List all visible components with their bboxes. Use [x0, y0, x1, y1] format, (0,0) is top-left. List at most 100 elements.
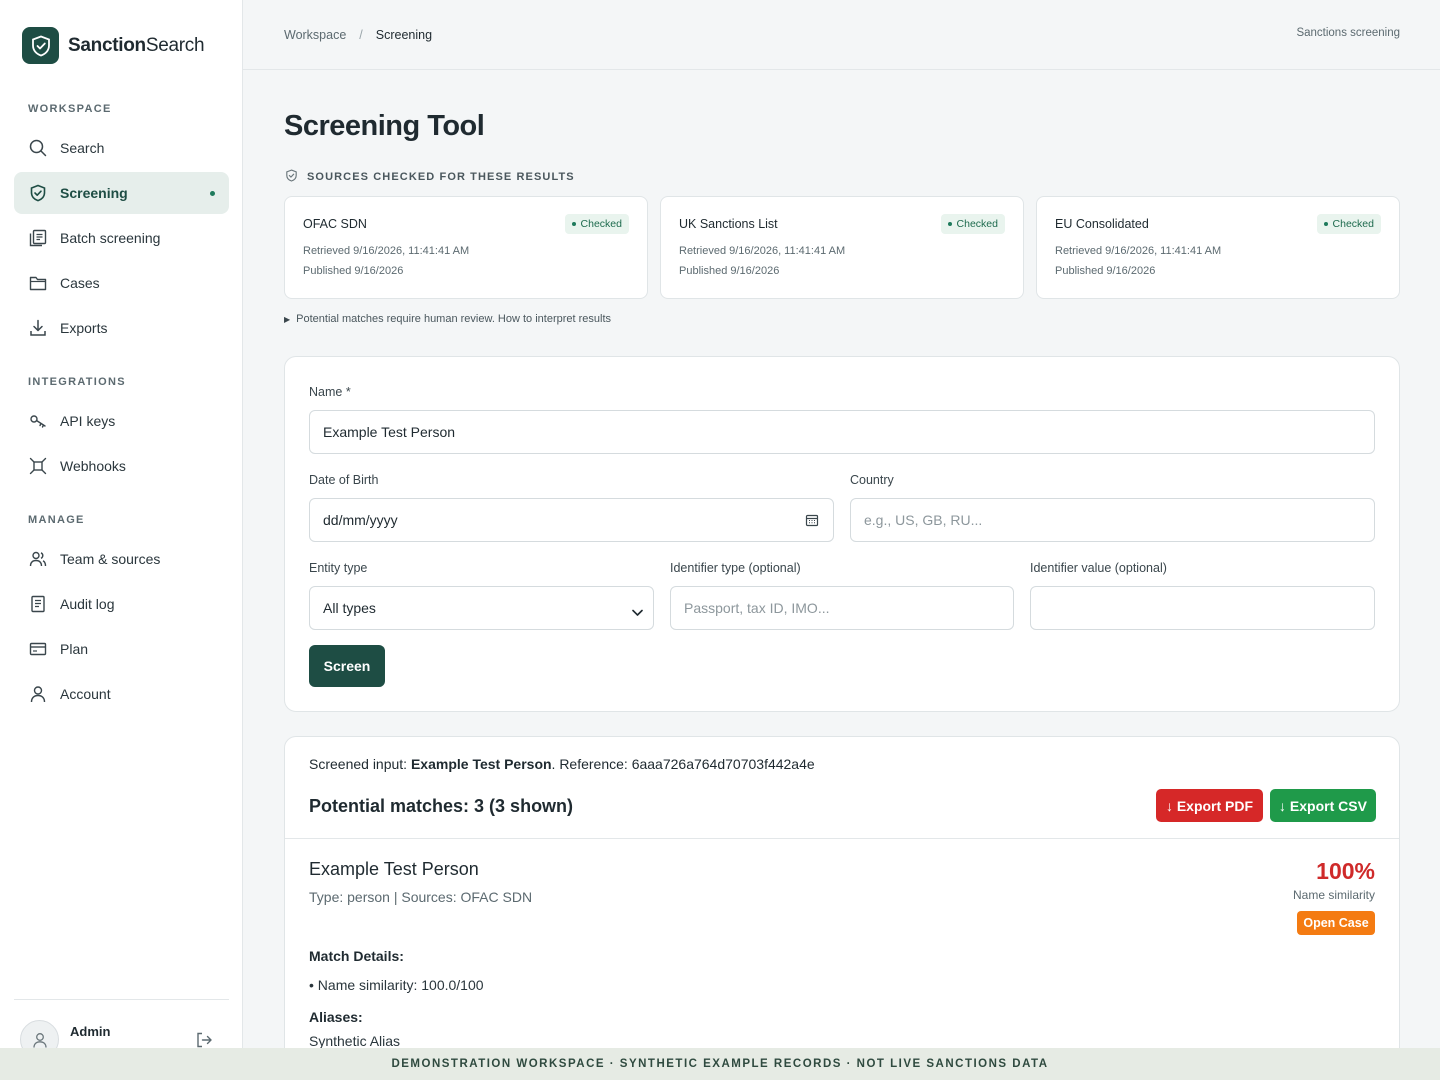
country-field[interactable]	[850, 498, 1375, 542]
shield-logo-icon	[22, 27, 59, 64]
source-retrieved: Retrieved 9/16/2026, 11:41:41 AM	[303, 245, 470, 257]
stack-icon	[29, 229, 47, 247]
match-name: Example Test Person	[309, 859, 479, 879]
open-case-button[interactable]: Open Case	[1297, 911, 1375, 935]
entity-type-select[interactable]: All types	[309, 586, 654, 630]
sidebar-item-cases[interactable]: Cases	[14, 262, 229, 304]
results-divider	[285, 838, 1399, 839]
breadcrumb-workspace[interactable]: Workspace	[284, 28, 346, 42]
source-card-eu: EU Consolidated Checked Retrieved 9/16/2…	[1036, 196, 1400, 299]
status-badge: Checked	[940, 214, 1005, 234]
brand[interactable]: SanctionSearch	[22, 27, 205, 64]
sidebar: SanctionSearch WORKSPACE Search Screenin…	[0, 0, 243, 1059]
match-details-title: Match Details:	[309, 948, 404, 964]
calendar-icon[interactable]	[805, 513, 819, 530]
triangle-right-icon: ▶	[284, 314, 291, 324]
sidebar-item-audit-log[interactable]: Audit log	[14, 583, 229, 625]
source-name: UK Sanctions List	[679, 217, 778, 231]
matches-title: Potential matches: 3 (3 shown)	[309, 796, 574, 816]
sidebar-divider	[14, 999, 229, 1000]
match-score: 100%	[1316, 858, 1375, 884]
sidebar-item-api-keys[interactable]: API keys	[14, 400, 229, 442]
sidebar-item-screening[interactable]: Screening	[14, 172, 229, 214]
aliases-title: Aliases:	[309, 1009, 363, 1025]
dob-field[interactable]: dd/mm/yyyy	[309, 498, 834, 542]
export-pdf-button[interactable]: ↓ Export PDF	[1156, 789, 1263, 822]
sidebar-item-label: Plan	[60, 641, 89, 657]
interpret-results-toggle[interactable]: ▶ Potential matches require human review…	[284, 313, 611, 325]
status-dot	[1323, 222, 1328, 226]
active-dot	[210, 190, 215, 196]
search-icon	[29, 139, 47, 157]
identifier-type-input[interactable]	[684, 600, 1013, 616]
shield-check-icon	[29, 184, 47, 202]
source-published: Published 9/16/2026	[303, 265, 404, 277]
page-title: Screening Tool	[284, 110, 485, 142]
sidebar-item-search[interactable]: Search	[14, 127, 229, 169]
identifier-type-label: Identifier type (optional)	[670, 561, 801, 575]
topbar-context-label: Sanctions screening	[1296, 27, 1400, 39]
sidebar-item-label: Webhooks	[60, 458, 126, 474]
source-card-uk: UK Sanctions List Checked Retrieved 9/16…	[660, 196, 1024, 299]
screening-form: Name * Date of Birth dd/mm/yyyy Country …	[284, 356, 1400, 712]
topbar: Workspace / Screening Sanctions screening	[243, 0, 1440, 70]
key-icon	[29, 412, 47, 430]
download-icon	[29, 319, 47, 337]
sidebar-item-label: Screening	[60, 185, 128, 201]
identifier-type-field[interactable]	[670, 586, 1014, 630]
source-published: Published 9/16/2026	[679, 265, 780, 277]
user-name: Admin	[70, 1024, 111, 1039]
sidebar-item-plan[interactable]: Plan	[14, 628, 229, 670]
sidebar-item-team-sources[interactable]: Team & sources	[14, 538, 229, 580]
source-card-ofac: OFAC SDN Checked Retrieved 9/16/2026, 11…	[284, 196, 648, 299]
source-name: OFAC SDN	[303, 217, 367, 231]
sidebar-item-label: Search	[60, 140, 105, 156]
sidebar-item-exports[interactable]: Exports	[14, 307, 229, 349]
source-retrieved: Retrieved 9/16/2026, 11:41:41 AM	[1055, 245, 1222, 257]
source-retrieved: Retrieved 9/16/2026, 11:41:41 AM	[679, 245, 846, 257]
sources-label: SOURCES CHECKED FOR THESE RESULTS	[285, 169, 575, 185]
folder-icon	[29, 274, 47, 292]
screen-button[interactable]: Screen	[309, 645, 385, 687]
screened-input-summary: Screened input: Example Test Person. Ref…	[309, 756, 815, 772]
chevron-down-icon	[632, 604, 643, 620]
status-badge: Checked	[564, 214, 629, 234]
credit-card-icon	[29, 640, 47, 658]
sidebar-item-label: API keys	[60, 413, 116, 429]
entity-type-label: Entity type	[309, 561, 368, 575]
match-details-line: • Name similarity: 100.0/100	[309, 977, 484, 993]
name-field[interactable]	[309, 410, 1375, 454]
source-name: EU Consolidated	[1055, 217, 1149, 231]
results-panel: Screened input: Example Test Person. Ref…	[284, 736, 1400, 1076]
alias-item: Synthetic Alias	[309, 1033, 401, 1049]
dob-label: Date of Birth	[309, 473, 379, 487]
users-icon	[29, 550, 47, 568]
sidebar-item-label: Batch screening	[60, 230, 161, 246]
sidebar-item-label: Audit log	[60, 596, 115, 612]
interpret-results-text: Potential matches require human review. …	[296, 313, 612, 325]
sidebar-item-account[interactable]: Account	[14, 673, 229, 715]
section-label-manage: MANAGE	[28, 514, 85, 526]
demo-banner: DEMONSTRATION WORKSPACE · SYNTHETIC EXAM…	[0, 1048, 1440, 1080]
export-csv-button[interactable]: ↓ Export CSV	[1270, 789, 1376, 822]
identifier-value-input[interactable]	[1044, 600, 1374, 616]
sidebar-item-webhooks[interactable]: Webhooks	[14, 445, 229, 487]
breadcrumb: Workspace / Screening	[284, 28, 432, 42]
sidebar-item-batch-screening[interactable]: Batch screening	[14, 217, 229, 259]
brand-name: SanctionSearch	[68, 34, 205, 56]
sidebar-item-label: Exports	[60, 320, 108, 336]
shield-check-icon	[285, 169, 298, 185]
sources-label-text: SOURCES CHECKED FOR THESE RESULTS	[307, 171, 575, 183]
name-label: Name *	[309, 385, 351, 399]
name-input[interactable]	[323, 424, 1374, 440]
identifier-value-field[interactable]	[1030, 586, 1375, 630]
breadcrumb-separator: /	[359, 28, 363, 42]
section-label-integrations: INTEGRATIONS	[28, 376, 126, 388]
country-input[interactable]	[864, 512, 1374, 528]
match-meta: Type: person | Sources: OFAC SDN	[309, 889, 533, 905]
entity-type-value: All types	[323, 600, 376, 616]
user-icon	[29, 685, 47, 703]
status-dot	[947, 222, 952, 226]
dob-input[interactable]: dd/mm/yyyy	[323, 512, 398, 528]
breadcrumb-screening: Screening	[375, 28, 433, 42]
